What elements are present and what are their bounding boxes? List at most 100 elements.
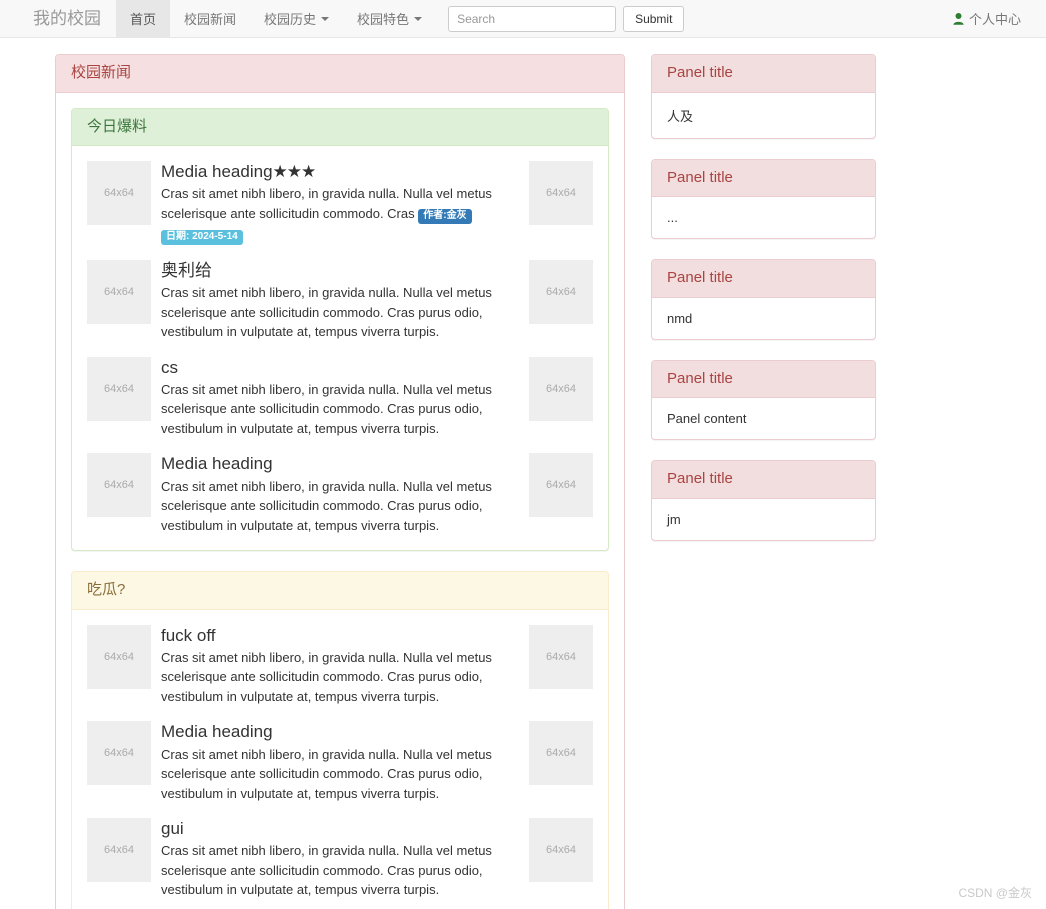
thumbnail-placeholder: 64x64 — [529, 721, 593, 786]
section-panel-gossip: 吃瓜? 64x64 fuck off Cras sit amet nibh li… — [71, 571, 609, 909]
sidebar-panel-body: ... — [667, 210, 678, 225]
section-body: 64x64 fuck off Cras sit amet nibh libero… — [72, 610, 608, 909]
section-title: 吃瓜? — [87, 581, 126, 598]
sidebar-panel-heading: Panel title — [652, 55, 875, 93]
media-thumb-right[interactable]: 64x64 — [519, 161, 593, 225]
media-body: Media heading★★★ Cras sit amet nibh libe… — [161, 161, 519, 245]
sidebar-panel: Panel title 人及 — [651, 54, 876, 139]
nav-item-home[interactable]: 首页 — [116, 0, 171, 37]
thumbnail-placeholder: 64x64 — [87, 259, 151, 324]
media-thumb-right[interactable]: 64x64 — [519, 818, 593, 882]
media-thumb-right[interactable]: 64x64 — [519, 356, 593, 421]
media-thumb-right[interactable]: 64x64 — [519, 453, 593, 518]
main-column: 校园新闻 今日爆料 64x64 Media heading★★★ Cras si… — [55, 38, 625, 909]
navbar-menu: 首页 校园新闻 校园历史 校园特色 — [116, 0, 436, 37]
section-panel-today-scoop: 今日爆料 64x64 Media heading★★★ Cras sit ame… — [71, 107, 609, 551]
media-heading: Media heading — [161, 454, 273, 474]
news-panel-heading: 校园新闻 — [56, 55, 624, 93]
thumbnail-placeholder: 64x64 — [87, 453, 151, 518]
media-item[interactable]: 64x64 cs Cras sit amet nibh libero, in g… — [87, 356, 593, 439]
sidebar-panel-heading: Panel title — [652, 159, 875, 197]
media-text: Cras sit amet nibh libero, in gravida nu… — [161, 285, 492, 339]
user-menu-dropdown[interactable]: 个人中心 — [949, 9, 1030, 28]
media-thumb-left[interactable]: 64x64 — [87, 161, 161, 225]
thumbnail-placeholder: 64x64 — [529, 259, 593, 324]
search-input[interactable] — [448, 5, 617, 32]
sidebar-panel-title: Panel title — [667, 470, 733, 487]
author-badge: 作者:金灰 — [418, 208, 472, 224]
media-item[interactable]: 64x64 Media heading Cras sit amet nibh l… — [87, 721, 593, 803]
media-thumb-left[interactable]: 64x64 — [87, 624, 161, 689]
sidebar-panel-heading: Panel title — [652, 260, 875, 298]
media-body: fuck off Cras sit amet nibh libero, in g… — [161, 625, 519, 707]
sidebar-panel: Panel title ... — [651, 158, 876, 239]
media-heading: cs — [161, 357, 178, 377]
nav-item-label: 校园特色 — [357, 12, 410, 27]
page-root: 我的校园 首页 校园新闻 校园历史 校园特色 Submit — [0, 0, 1046, 909]
media-thumb-left[interactable]: 64x64 — [87, 818, 161, 882]
nav-item-campus-features[interactable]: 校园特色 — [343, 0, 436, 37]
news-panel: 校园新闻 今日爆料 64x64 Media heading★★★ Cras si… — [55, 54, 625, 909]
sidebar-column: Panel title 人及 Panel title ... Panel tit… — [651, 38, 876, 561]
sidebar-panel-body: nmd — [667, 310, 693, 326]
sidebar-panel-heading: Panel title — [652, 461, 875, 499]
thumbnail-placeholder: 64x64 — [87, 818, 151, 882]
thumbnail-placeholder: 64x64 — [87, 161, 151, 225]
thumbnail-placeholder: 64x64 — [529, 818, 593, 882]
media-heading: Media heading★★★ — [161, 161, 513, 182]
user-icon — [953, 12, 964, 25]
media-body: Media heading Cras sit amet nibh libero,… — [161, 721, 519, 803]
thumbnail-placeholder: 64x64 — [529, 356, 593, 421]
nav-item-label: 校园历史 — [264, 12, 317, 27]
media-heading: fuck off — [161, 625, 216, 645]
media-text: Cras sit amet nibh libero, in gravida nu… — [161, 478, 492, 533]
thumbnail-placeholder: 64x64 — [87, 721, 151, 786]
media-item[interactable]: 64x64 奥利给 Cras sit amet nibh libero, in … — [87, 259, 593, 342]
media-body: gui Cras sit amet nibh libero, in gravid… — [161, 818, 519, 900]
sidebar-panel-body: jm — [667, 511, 681, 527]
media-thumb-right[interactable]: 64x64 — [519, 259, 593, 324]
search-form: Submit — [448, 0, 685, 37]
watermark: CSDN @金灰 — [958, 886, 1032, 900]
user-menu-label: 个人中心 — [968, 12, 1021, 27]
media-heading: Media heading — [161, 722, 273, 742]
submit-button[interactable]: Submit — [623, 5, 685, 32]
sidebar-panel-heading: Panel title — [652, 360, 875, 398]
media-body: cs Cras sit amet nibh libero, in gravida… — [161, 357, 519, 439]
media-heading: 奥利给 — [161, 260, 212, 280]
media-item[interactable]: 64x64 gui Cras sit amet nibh libero, in … — [87, 818, 593, 900]
media-thumb-left[interactable]: 64x64 — [87, 721, 161, 786]
section-body: 64x64 Media heading★★★ Cras sit amet nib… — [72, 146, 608, 550]
media-thumb-right[interactable]: 64x64 — [519, 624, 593, 689]
media-thumb-left[interactable]: 64x64 — [87, 356, 161, 421]
nav-item-campus-history[interactable]: 校园历史 — [250, 0, 343, 37]
date-badge: 日期: 2024-5-14 — [161, 229, 243, 245]
section-heading: 今日爆料 — [72, 108, 608, 146]
navbar-brand[interactable]: 我的校园 — [0, 0, 116, 37]
media-text: Cras sit amet nibh libero, in gravida nu… — [161, 746, 492, 801]
chevron-down-icon — [414, 16, 423, 21]
media-item[interactable]: 64x64 fuck off Cras sit amet nibh libero… — [87, 624, 593, 707]
nav-item-campus-news[interactable]: 校园新闻 — [170, 0, 250, 37]
media-heading: gui — [161, 819, 184, 838]
media-meta: 日期: 2024-5-14 — [161, 227, 513, 245]
sidebar-panel: Panel title nmd — [651, 259, 876, 340]
chevron-down-icon — [321, 16, 330, 21]
sidebar-panel-title: Panel title — [667, 269, 733, 286]
section-title: 今日爆料 — [87, 117, 148, 135]
thumbnail-placeholder: 64x64 — [529, 624, 593, 689]
media-item[interactable]: 64x64 Media heading Cras sit amet nibh l… — [87, 453, 593, 535]
media-thumb-right[interactable]: 64x64 — [519, 721, 593, 786]
media-item[interactable]: 64x64 Media heading★★★ Cras sit amet nib… — [87, 161, 593, 245]
sidebar-panel-title: Panel title — [667, 64, 733, 81]
media-text: Cras sit amet nibh libero, in gravida nu… — [161, 184, 513, 224]
media-thumb-left[interactable]: 64x64 — [87, 453, 161, 518]
thumbnail-placeholder: 64x64 — [529, 453, 593, 518]
media-thumb-left[interactable]: 64x64 — [87, 259, 161, 324]
nav-item-label: 校园新闻 — [184, 12, 237, 27]
media-heading-text: Media heading — [161, 162, 273, 181]
top-navbar: 我的校园 首页 校园新闻 校园历史 校园特色 Submit — [0, 0, 1046, 38]
news-panel-body: 今日爆料 64x64 Media heading★★★ Cras sit ame… — [56, 93, 624, 909]
sidebar-panel-body: Panel content — [667, 411, 747, 426]
sidebar-panel: Panel title Panel content — [651, 359, 876, 440]
